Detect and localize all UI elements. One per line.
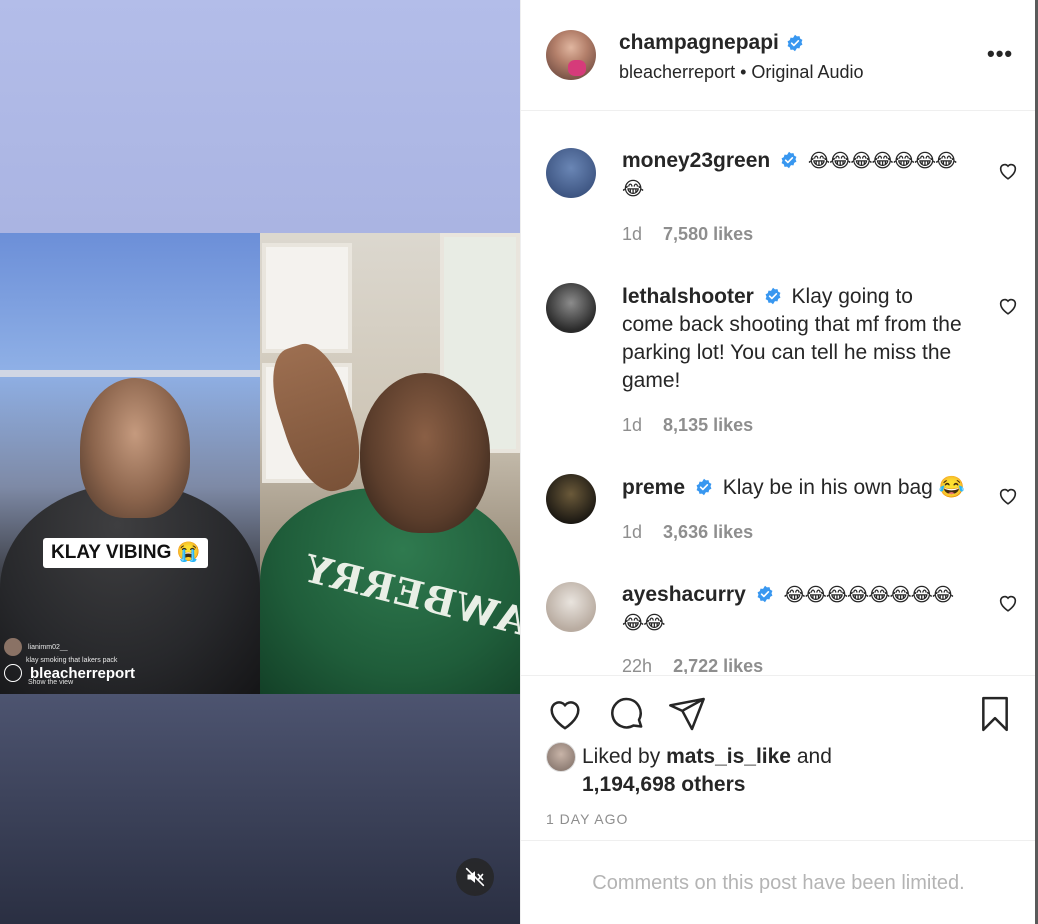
verified-badge-icon: [757, 585, 773, 603]
commenter-avatar[interactable]: [546, 283, 596, 333]
comment-likes[interactable]: 7,580 likes: [663, 224, 753, 244]
car-roof-bar: [0, 370, 260, 377]
commenter-avatar[interactable]: [546, 474, 596, 524]
commenter-avatar[interactable]: [546, 148, 596, 198]
comment-text-block: lethalshooter Klay going to come back sh…: [622, 283, 967, 395]
media-bottom-blur: [0, 694, 520, 924]
comments-limited-notice: Comments on this post have been limited.: [521, 840, 1036, 924]
comment-username[interactable]: lethalshooter: [622, 285, 754, 308]
liked-by-avatar[interactable]: [546, 742, 576, 772]
comment-likes[interactable]: 3,636 likes: [663, 522, 753, 542]
comment-meta: 1d 3,636 likes: [622, 522, 753, 543]
post-header: champagnepapi bleacherreport • Original …: [521, 0, 1036, 111]
liked-by-summary: Liked by mats_is_like and 1,194,698 othe…: [582, 743, 1002, 799]
comment-meta: 1d 7,580 likes: [622, 224, 753, 245]
br-logo-icon: [4, 664, 22, 682]
liked-by-user[interactable]: mats_is_like: [666, 745, 791, 768]
live-comment: lianimm02__ klay smoking that lakers pac…: [4, 638, 117, 666]
live-comment-avatar: [4, 638, 22, 656]
comment-text-block: preme Klay be in his own bag 😂: [622, 474, 967, 502]
post-side-panel: champagnepapi bleacherreport • Original …: [520, 0, 1036, 924]
liked-by-others[interactable]: 1,194,698 others: [582, 773, 745, 796]
comment-age: 1d: [622, 522, 643, 542]
window-pane: [262, 243, 352, 353]
video-frame-right: STRAWBERRY: [260, 233, 520, 694]
comment-likes[interactable]: 2,722 likes: [673, 656, 763, 674]
verified-badge-icon: [765, 287, 781, 305]
audio-label-link[interactable]: Original Audio: [751, 62, 863, 82]
post-timestamp[interactable]: 1 DAY AGO: [546, 811, 628, 827]
comment-bubble-icon[interactable]: [607, 694, 647, 734]
audio-source-link[interactable]: bleacherreport: [619, 62, 735, 82]
commenter-avatar[interactable]: [546, 582, 596, 632]
video-caption-label: KLAY VIBING 😭: [43, 538, 209, 568]
more-options-icon[interactable]: •••: [987, 41, 1013, 67]
mute-toggle-button[interactable]: [456, 858, 494, 896]
comment-meta: 1d 8,135 likes: [622, 415, 753, 436]
owner-avatar[interactable]: [546, 30, 596, 80]
comment-age: 1d: [622, 415, 643, 435]
video-frame-left: [0, 233, 260, 694]
comment-text-block: ayeshacurry 😂😂😂😂😂😂😂😂😂😂: [622, 581, 967, 637]
comment-like-heart-icon[interactable]: [997, 485, 1019, 507]
post-media[interactable]: STRAWBERRY KLAY VIBING 😭 lianimm02__ kla…: [0, 0, 520, 924]
liked-by-conjunction: and: [796, 745, 832, 768]
comment-like-heart-icon[interactable]: [997, 295, 1019, 317]
verified-badge-icon: [787, 34, 803, 52]
comment-body: Klay be in his own bag 😂: [722, 476, 965, 499]
speaker-muted-icon: [465, 867, 485, 887]
comment-age: 1d: [622, 224, 643, 244]
verified-badge-icon: [781, 151, 797, 169]
comment-username[interactable]: ayeshacurry: [622, 583, 746, 606]
media-top-blur: [0, 0, 520, 233]
comment-like-heart-icon[interactable]: [997, 592, 1019, 614]
watermark-subtext: Show the view: [28, 679, 74, 686]
owner-username-row[interactable]: champagnepapi: [619, 31, 804, 55]
verified-badge-icon: [696, 478, 712, 496]
liked-by-prefix: Liked by: [582, 745, 661, 768]
share-plane-icon[interactable]: [667, 694, 707, 734]
like-heart-icon[interactable]: [545, 694, 585, 734]
audio-separator: •: [740, 62, 747, 82]
comment-age: 22h: [622, 656, 653, 674]
comment-like-heart-icon[interactable]: [997, 160, 1019, 182]
live-comment-user: lianimm02__: [27, 643, 68, 651]
person-right-face: [360, 373, 490, 533]
comment-text-block: money23green 😂😂😂😂😂😂😂😂: [622, 147, 967, 203]
live-comment-text: klay smoking that lakers pack: [26, 657, 118, 664]
comment-meta: 22h 2,722 likes: [622, 656, 763, 674]
save-bookmark-icon[interactable]: [975, 694, 1015, 734]
comment-username[interactable]: preme: [622, 476, 685, 499]
comment-likes[interactable]: 8,135 likes: [663, 415, 753, 435]
audio-line: bleacherreport • Original Audio: [619, 62, 864, 83]
person-left-face: [80, 378, 190, 518]
owner-username[interactable]: champagnepapi: [619, 31, 779, 55]
comments-list[interactable]: money23green 😂😂😂😂😂😂😂😂 1d 7,580 likes let…: [521, 112, 1036, 674]
comment-username[interactable]: money23green: [622, 149, 770, 172]
